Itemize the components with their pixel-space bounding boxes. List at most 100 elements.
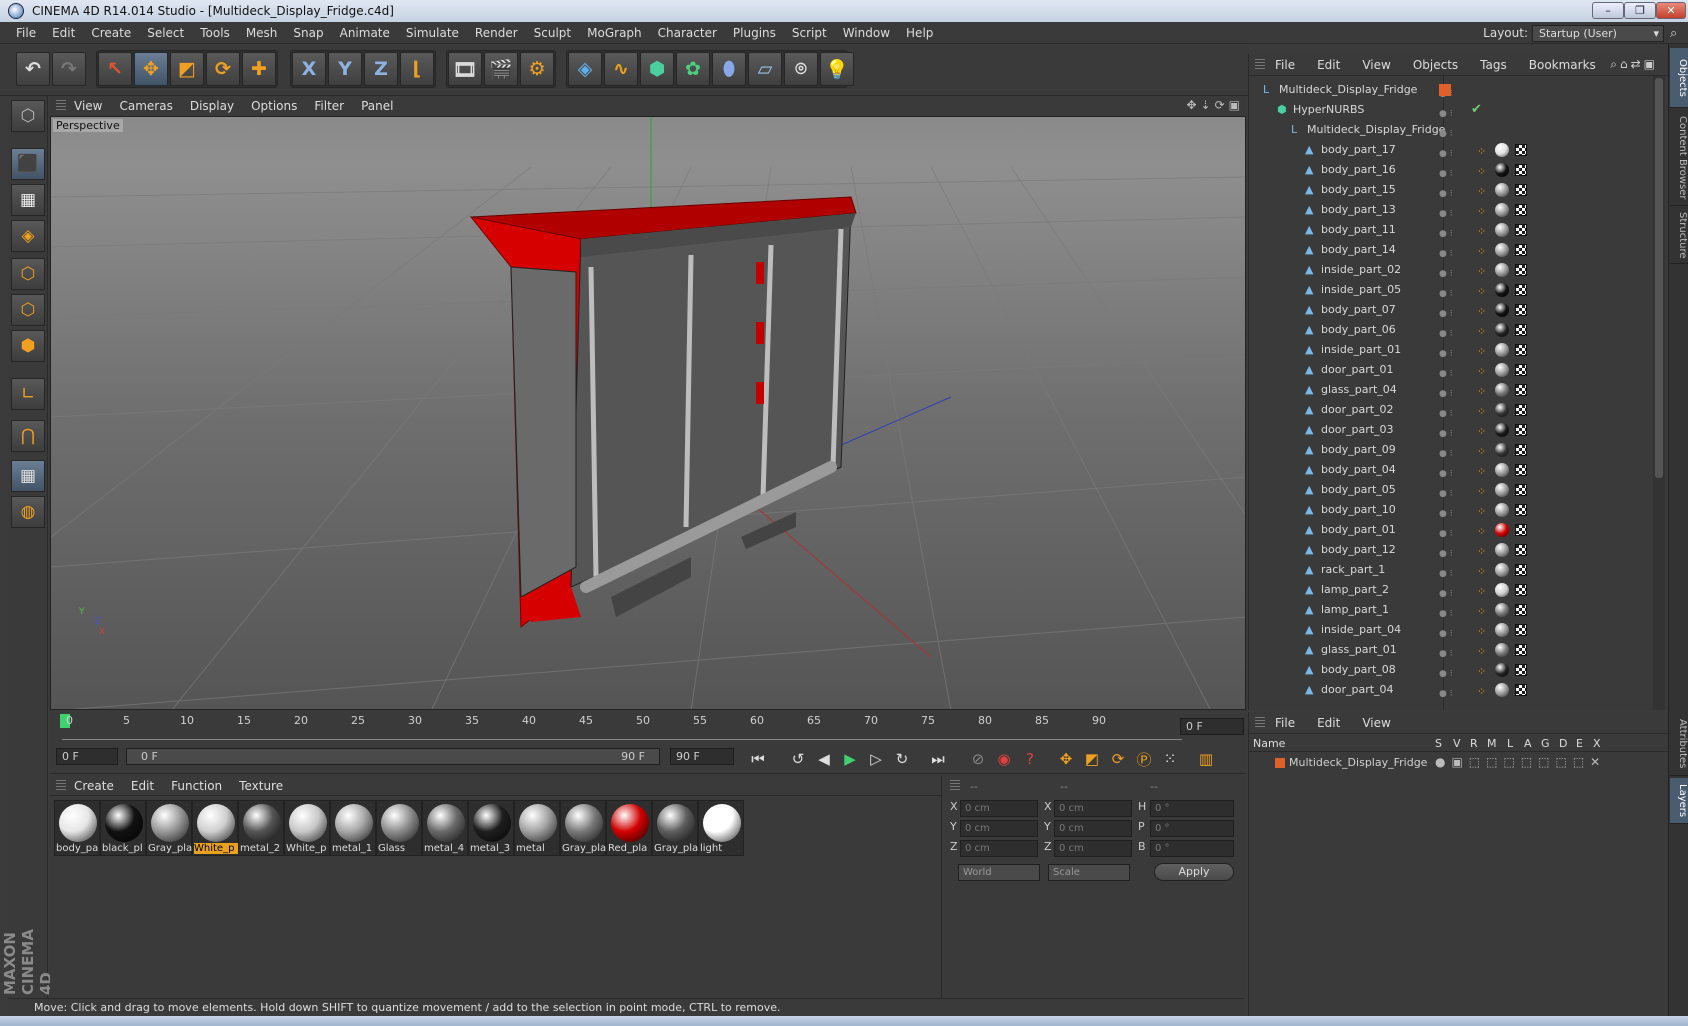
material-tag-icon[interactable] bbox=[1495, 603, 1509, 617]
visibility-dots-icon[interactable]: ● ⁝ bbox=[1439, 444, 1469, 459]
layer-toggle-icons[interactable]: ●▣⬚⬚⬚⬚⬚⬚⬚✕ bbox=[1435, 755, 1606, 769]
axis-mode-icon[interactable]: ∟ bbox=[11, 378, 45, 410]
position-field[interactable]: 0 cm bbox=[960, 820, 1038, 837]
objects-menu-edit[interactable]: Edit bbox=[1317, 58, 1340, 72]
material-tag-icon[interactable] bbox=[1495, 503, 1509, 517]
scale-dropdown[interactable]: Scale bbox=[1048, 864, 1130, 881]
material-swatch[interactable]: Gray_pla bbox=[652, 800, 698, 856]
phong-tag-icon[interactable]: ⁘ bbox=[1477, 642, 1486, 662]
frame-range-slider[interactable]: 0 F 90 F bbox=[126, 748, 660, 765]
visibility-dots-icon[interactable]: ● ⁝ bbox=[1439, 504, 1469, 519]
object-row[interactable]: ▲ lamp_part_1 ● ⁝ ⁘ bbox=[1249, 600, 1659, 620]
material-tag-icon[interactable] bbox=[1495, 203, 1509, 217]
phong-tag-icon[interactable]: ⁘ bbox=[1477, 422, 1486, 442]
objects-menu-objects[interactable]: Objects bbox=[1413, 58, 1458, 72]
magnet-snap-icon[interactable]: ⋂ bbox=[11, 420, 45, 452]
phong-tag-icon[interactable]: ⁘ bbox=[1477, 182, 1486, 202]
phong-tag-icon[interactable]: ⁘ bbox=[1477, 582, 1486, 602]
object-row[interactable]: LMultideck_Display_Fridge● ⁝ bbox=[1249, 80, 1659, 100]
phong-tag-icon[interactable]: ⁘ bbox=[1477, 282, 1486, 302]
visibility-dots-icon[interactable]: ● ⁝ bbox=[1439, 124, 1469, 139]
render-to-picture-viewer-icon[interactable]: 🎬 bbox=[484, 52, 518, 86]
visibility-dots-icon[interactable]: ● ⁝ bbox=[1439, 324, 1469, 339]
object-row[interactable]: ▲ body_part_16 ● ⁝ ⁘ bbox=[1249, 160, 1659, 180]
material-tag-icon[interactable] bbox=[1495, 343, 1509, 357]
visibility-dots-icon[interactable]: ● ⁝ bbox=[1439, 664, 1469, 679]
3d-viewport[interactable]: Perspective Y X Z bbox=[50, 116, 1246, 710]
layout-dropdown[interactable]: Startup (User) ▾ bbox=[1532, 25, 1664, 42]
menu-file[interactable]: File bbox=[16, 26, 36, 40]
live-selection-icon[interactable]: ↖ bbox=[98, 52, 132, 86]
menu-snap[interactable]: Snap bbox=[293, 26, 323, 40]
size-field[interactable]: 0 cm bbox=[1054, 820, 1132, 837]
material-tag-icon[interactable] bbox=[1495, 663, 1509, 677]
material-menu-texture[interactable]: Texture bbox=[239, 779, 283, 793]
menu-help[interactable]: Help bbox=[906, 26, 933, 40]
position-field[interactable]: 0 cm bbox=[960, 840, 1038, 857]
enabled-check-icon[interactable]: ✔ bbox=[1471, 100, 1482, 120]
uvw-tag-icon[interactable] bbox=[1515, 404, 1527, 416]
viewport-menu-panel[interactable]: Panel bbox=[361, 99, 393, 113]
uvw-tag-icon[interactable] bbox=[1515, 564, 1527, 576]
array-icon[interactable]: ✿ bbox=[676, 52, 710, 86]
uvw-tag-icon[interactable] bbox=[1515, 504, 1527, 516]
material-swatch[interactable]: metal_2 bbox=[238, 800, 284, 856]
object-row[interactable]: ▲ door_part_01 ● ⁝ ⁘ bbox=[1249, 360, 1659, 380]
undo-icon[interactable]: ↶ bbox=[16, 52, 50, 86]
object-row[interactable]: ▲ body_part_13 ● ⁝ ⁘ bbox=[1249, 200, 1659, 220]
material-menu-edit[interactable]: Edit bbox=[131, 779, 154, 793]
phong-tag-icon[interactable]: ⁘ bbox=[1477, 242, 1486, 262]
keyframe-selection-icon[interactable]: ? bbox=[1018, 748, 1042, 770]
object-row[interactable]: ▲ body_part_04 ● ⁝ ⁘ bbox=[1249, 460, 1659, 480]
objects-menu-tags[interactable]: Tags bbox=[1480, 58, 1507, 72]
layer-row[interactable]: Multideck_Display_Fridge ●▣⬚⬚⬚⬚⬚⬚⬚✕ bbox=[1249, 754, 1669, 772]
phong-tag-icon[interactable]: ⁘ bbox=[1477, 222, 1486, 242]
visibility-dots-icon[interactable]: ● ⁝ bbox=[1439, 464, 1469, 479]
visibility-dots-icon[interactable]: ● ⁝ bbox=[1439, 304, 1469, 319]
phong-tag-icon[interactable]: ⁘ bbox=[1477, 202, 1486, 222]
material-tag-icon[interactable] bbox=[1495, 163, 1509, 177]
objects-menu-file[interactable]: File bbox=[1275, 58, 1295, 72]
material-swatch[interactable]: light bbox=[698, 800, 744, 856]
minimize-button[interactable]: – bbox=[1592, 2, 1624, 19]
render-view-icon[interactable]: 🎞 bbox=[448, 52, 482, 86]
rotation-field[interactable]: 0 ° bbox=[1150, 800, 1234, 817]
object-row[interactable]: ▲ body_part_05 ● ⁝ ⁘ bbox=[1249, 480, 1659, 500]
material-tag-icon[interactable] bbox=[1495, 683, 1509, 697]
redo-icon[interactable]: ↷ bbox=[52, 52, 86, 86]
material-tag-icon[interactable] bbox=[1495, 383, 1509, 397]
points-mode-icon[interactable]: ⬡ bbox=[11, 258, 45, 290]
uvw-tag-icon[interactable] bbox=[1515, 484, 1527, 496]
go-to-next-key-icon[interactable]: ↻ bbox=[890, 748, 914, 770]
tab-structure[interactable]: Structure bbox=[1670, 208, 1688, 264]
material-tag-icon[interactable] bbox=[1495, 263, 1509, 277]
start-frame-field[interactable]: 0 F bbox=[56, 748, 118, 765]
light-bulb-icon[interactable]: 💡 bbox=[820, 52, 854, 86]
model-mode-icon[interactable]: ⬛ bbox=[11, 148, 45, 180]
visibility-dots-icon[interactable]: ● ⁝ bbox=[1439, 624, 1469, 639]
uvw-tag-icon[interactable] bbox=[1515, 524, 1527, 536]
next-frame-icon[interactable]: ▷ bbox=[864, 748, 888, 770]
viewport-menu-filter[interactable]: Filter bbox=[314, 99, 344, 113]
material-swatch[interactable]: metal_3 bbox=[468, 800, 514, 856]
menu-create[interactable]: Create bbox=[91, 26, 131, 40]
play-forward-icon[interactable]: ▶ bbox=[838, 748, 862, 770]
position-field[interactable]: 0 cm bbox=[960, 800, 1038, 817]
uvw-tag-icon[interactable] bbox=[1515, 684, 1527, 696]
object-row[interactable]: ▲ inside_part_05 ● ⁝ ⁘ bbox=[1249, 280, 1659, 300]
uvw-tag-icon[interactable] bbox=[1515, 464, 1527, 476]
object-row[interactable]: ▲ body_part_07 ● ⁝ ⁘ bbox=[1249, 300, 1659, 320]
visibility-dots-icon[interactable]: ● ⁝ bbox=[1439, 384, 1469, 399]
rotate-tool-icon[interactable]: ⟳ bbox=[206, 52, 240, 86]
record-keys-icon[interactable]: ⊘ bbox=[966, 748, 990, 770]
material-tag-icon[interactable] bbox=[1495, 223, 1509, 237]
texture-mode-icon[interactable]: ▦ bbox=[11, 184, 45, 216]
edges-mode-icon[interactable]: ⬡ bbox=[11, 294, 45, 326]
nurbs-icon[interactable]: ⬢ bbox=[640, 52, 674, 86]
menu-script[interactable]: Script bbox=[792, 26, 827, 40]
rotation-field[interactable]: 0 ° bbox=[1150, 820, 1234, 837]
material-menu-function[interactable]: Function bbox=[171, 779, 222, 793]
tab-layers[interactable]: Layers bbox=[1670, 778, 1688, 824]
visibility-dots-icon[interactable]: ● ⁝ bbox=[1439, 104, 1469, 119]
uvw-tag-icon[interactable] bbox=[1515, 624, 1527, 636]
